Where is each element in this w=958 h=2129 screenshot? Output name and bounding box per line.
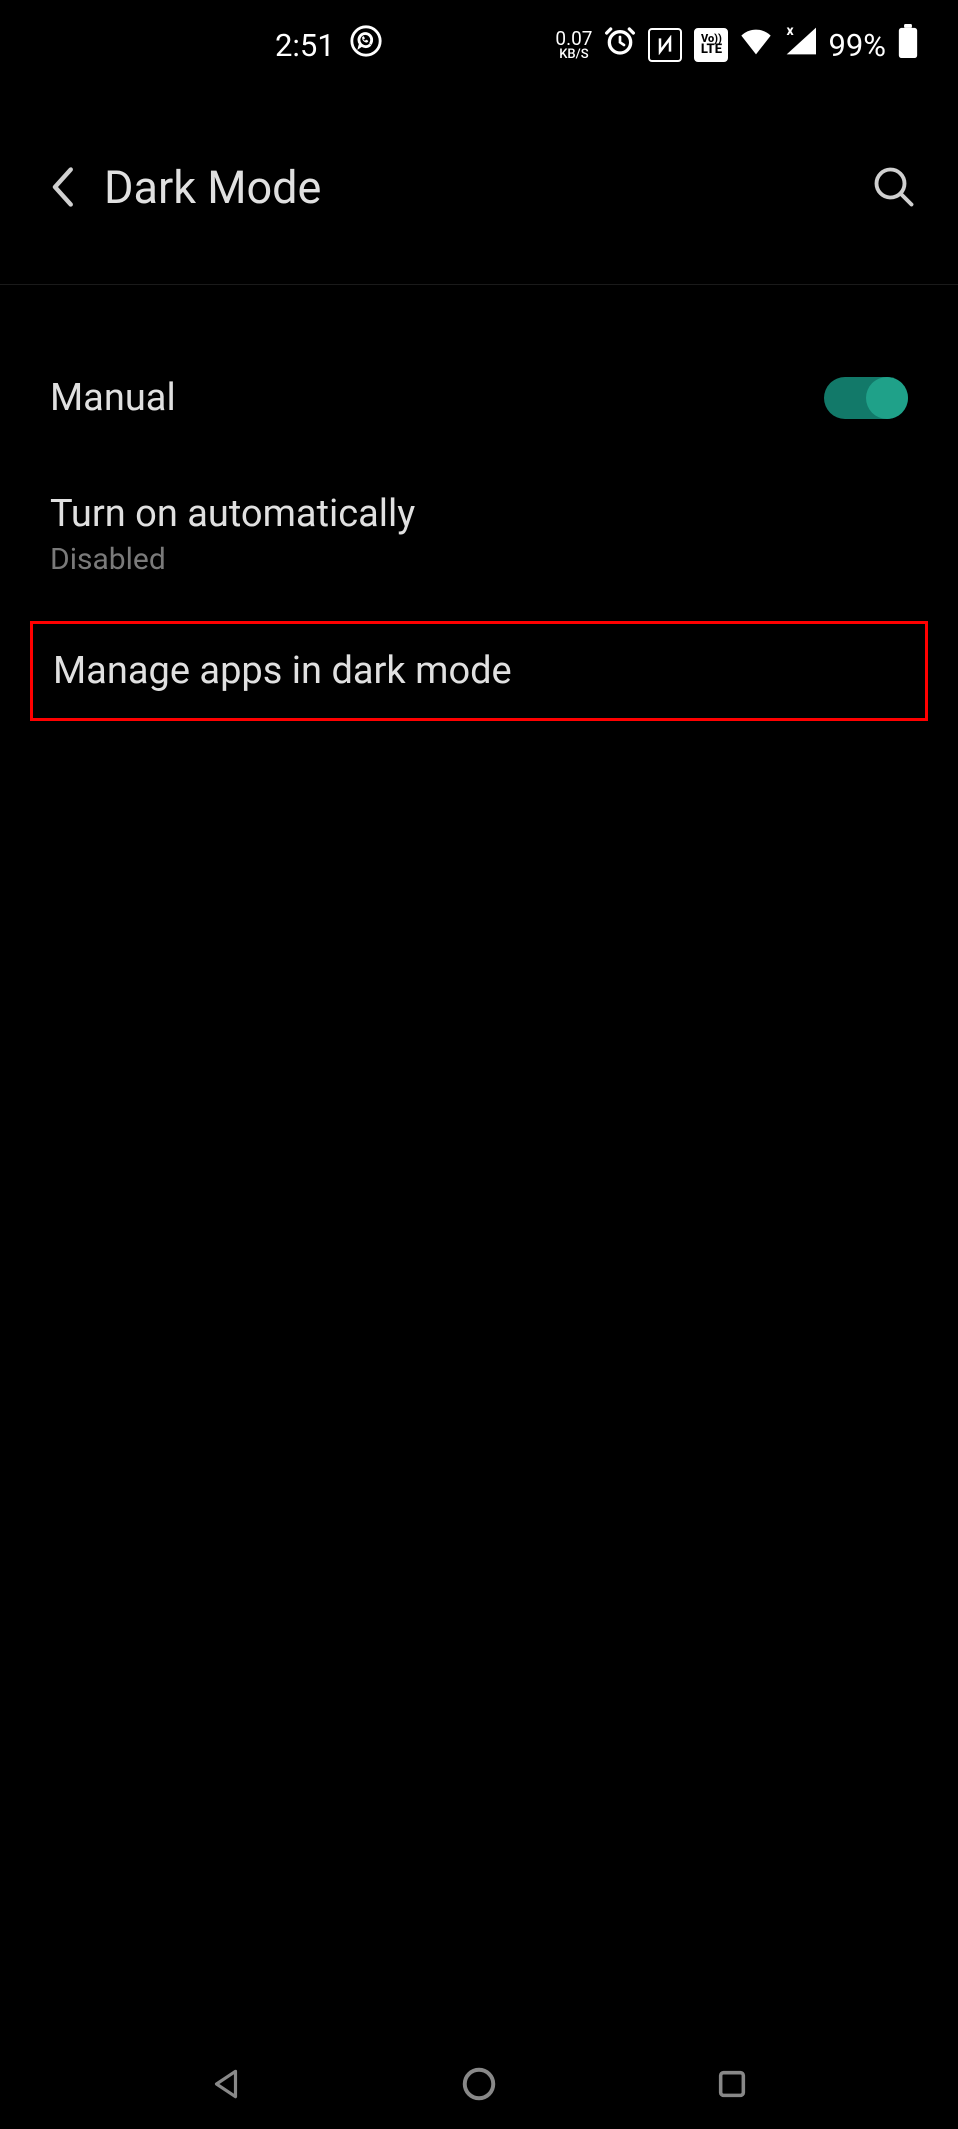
volte-icon: Vo)) LTE (694, 28, 728, 62)
nav-home-button[interactable] (457, 2062, 501, 2106)
setting-manual-label: Manual (50, 376, 176, 420)
alarm-icon (604, 25, 636, 65)
status-clock: 2:51 (275, 27, 335, 64)
page-title: Dark Mode (104, 161, 871, 214)
chevron-left-icon (49, 166, 75, 208)
setting-auto-text: Turn on automatically Disabled (50, 492, 415, 577)
setting-auto-label: Turn on automatically (50, 492, 415, 536)
setting-manual-text: Manual (50, 376, 176, 420)
setting-manage[interactable]: Manage apps in dark mode (53, 649, 905, 693)
cellular-signal-icon: x (784, 27, 816, 63)
battery-percentage: 99% (828, 27, 886, 64)
page-header: Dark Mode (0, 90, 958, 285)
nav-recent-button[interactable] (710, 2062, 754, 2106)
manual-toggle[interactable] (824, 377, 908, 419)
whatsapp-icon (349, 24, 383, 66)
nfc-icon (648, 28, 682, 62)
network-speed-indicator: 0.07 KB/S (555, 29, 592, 61)
setting-auto-sub: Disabled (50, 542, 415, 577)
search-button[interactable] (871, 165, 916, 210)
search-icon (873, 166, 915, 208)
nav-back-button[interactable] (204, 2062, 248, 2106)
settings-content: Manual Turn on automatically Disabled Ma… (0, 285, 958, 721)
setting-manage-highlight: Manage apps in dark mode (30, 621, 928, 721)
status-left: 2:51 (275, 24, 383, 66)
setting-auto[interactable]: Turn on automatically Disabled (0, 456, 958, 613)
circle-home-icon (460, 2065, 498, 2103)
back-button[interactable] (42, 166, 82, 208)
setting-manage-label: Manage apps in dark mode (53, 649, 512, 693)
setting-manual[interactable]: Manual (0, 340, 958, 456)
network-speed-unit: KB/S (559, 48, 588, 61)
square-recent-icon (715, 2067, 749, 2101)
network-speed-value: 0.07 (555, 29, 592, 48)
status-right: 0.07 KB/S Vo)) LTE (555, 24, 918, 66)
triangle-back-icon (207, 2065, 245, 2103)
status-bar: 2:51 0.07 KB/S Vo (0, 0, 958, 90)
wifi-icon (740, 27, 772, 63)
toggle-knob (866, 377, 908, 419)
battery-icon (898, 24, 918, 66)
system-nav-bar (0, 2039, 958, 2129)
